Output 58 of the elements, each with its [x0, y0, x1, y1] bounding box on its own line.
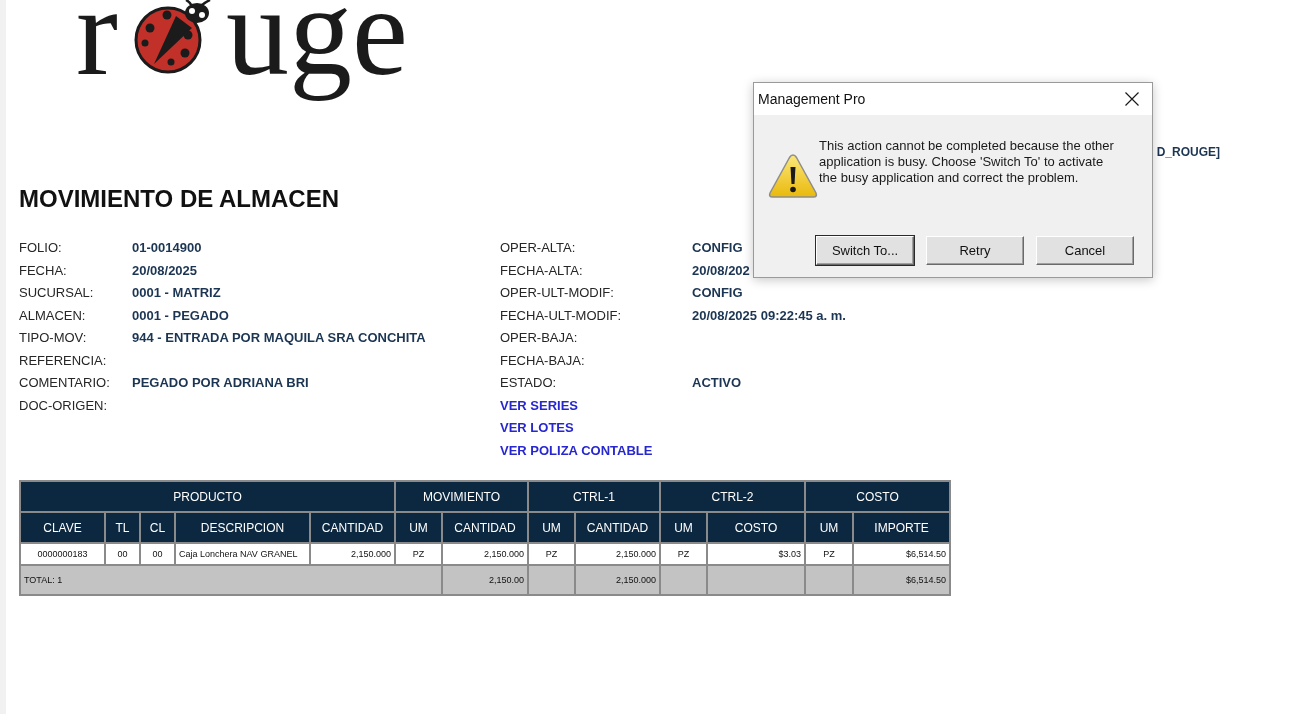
column-group-header: MOVIMIENTO	[395, 481, 528, 512]
field-label: FECHA-ALTA:	[500, 262, 583, 279]
field-value: CONFIG	[692, 240, 743, 257]
report-link[interactable]: VER LOTES	[500, 420, 574, 437]
column-group-header: CTRL-2	[660, 481, 806, 512]
field-value: 0001 - MATRIZ	[132, 285, 221, 302]
total-cell: 2,150.00	[442, 565, 528, 595]
column-header: UM	[805, 512, 854, 543]
field-label: FECHA-BAJA:	[500, 352, 585, 369]
field-label: SUCURSAL:	[19, 285, 94, 302]
field-value: 01-0014900	[132, 240, 202, 257]
field-label: ALMACEN:	[19, 307, 86, 324]
total-label: TOTAL: 1	[20, 565, 442, 595]
column-header: CLAVE	[20, 512, 105, 543]
field-label: DOC-ORIGEN:	[19, 397, 108, 414]
field-value: CONFIG	[692, 285, 743, 302]
field-value: 20/08/2025	[132, 262, 198, 279]
column-header: IMPORTE	[853, 512, 951, 543]
field-label: COMENTARIO:	[19, 375, 110, 392]
dialog-button[interactable]: Retry	[926, 236, 1024, 265]
field-label: TIPO-MOV:	[19, 330, 87, 347]
field-value: 20/08/2025 09:22:45 a. m.	[692, 307, 846, 324]
column-header: CANTIDAD	[310, 512, 395, 543]
field-label: FOLIO:	[19, 240, 62, 257]
print-info-text: D_ROUGE]	[1156, 144, 1220, 160]
report-title: MOVIMIENTO DE ALMACEN	[19, 185, 339, 213]
report-link[interactable]: VER POLIZA CONTABLE	[500, 442, 653, 459]
column-group-header: CTRL-1	[528, 481, 660, 512]
dialog-message: This action cannot be completed because the other application is busy. Choose 'Switch To' to activate the busy application and correct the problem.	[819, 138, 1115, 186]
field-label: ESTADO:	[500, 375, 557, 392]
column-group-header: PRODUCTO	[20, 481, 395, 512]
column-header: CANTIDAD	[575, 512, 660, 543]
field-value: 944 - ENTRADA POR MAQUILA SRA CONCHITA	[132, 330, 426, 347]
column-header: COSTO	[707, 512, 806, 543]
logo-text: uge	[225, 0, 408, 103]
column-header: DESCRIPCION	[175, 512, 310, 543]
field-label: OPER-ALTA:	[500, 240, 576, 257]
dialog-button[interactable]: Cancel	[1036, 236, 1134, 265]
field-label: FECHA-ULT-MODIF:	[500, 307, 622, 324]
field-label: OPER-BAJA:	[500, 330, 578, 347]
total-cell: $6,514.50	[853, 565, 951, 595]
field-value: 20/08/202	[692, 262, 750, 279]
logo-text: r	[76, 0, 118, 103]
dialog-title: Management Pro	[758, 91, 866, 107]
column-group-header: COSTO	[805, 481, 951, 512]
field-value: PEGADO POR ADRIANA BRI	[132, 375, 309, 392]
field-value: 0001 - PEGADO	[132, 307, 229, 324]
dialog-button[interactable]: Switch To...	[816, 236, 914, 265]
report-link[interactable]: VER SERIES	[500, 397, 579, 414]
column-header: CANTIDAD	[442, 512, 528, 543]
field-label: OPER-ULT-MODIF:	[500, 285, 614, 302]
close-button[interactable]	[1124, 91, 1140, 107]
total-cell: 2,150.000	[575, 565, 660, 595]
field-label: FECHA:	[19, 262, 67, 279]
field-label: REFERENCIA:	[19, 352, 107, 369]
field-value: ACTIVO	[692, 375, 742, 392]
warning-icon	[768, 153, 818, 199]
close-icon	[1124, 91, 1140, 107]
